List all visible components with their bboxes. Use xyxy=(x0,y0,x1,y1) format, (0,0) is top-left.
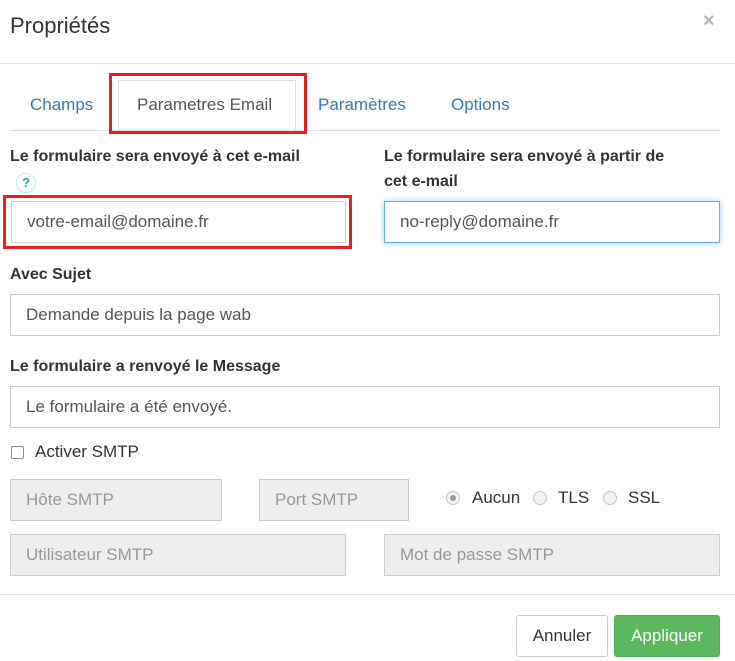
smtp-checkbox[interactable] xyxy=(11,446,24,459)
to-email-label: Le formulaire sera envoyé à cet e-mail xyxy=(10,148,300,165)
radio-tls[interactable] xyxy=(533,491,547,505)
smtp-password-input[interactable]: Mot de passe SMTP xyxy=(384,534,720,576)
radio-aucun-label[interactable]: Aucun xyxy=(472,488,520,508)
tab-highlight-box xyxy=(109,73,307,134)
footer-divider xyxy=(0,594,735,595)
cancel-button[interactable]: Annuler xyxy=(516,615,608,657)
radio-ssl-label[interactable]: SSL xyxy=(628,488,660,508)
from-email-input[interactable]: no-reply@domaine.fr xyxy=(384,201,720,243)
message-label: Le formulaire a renvoyé le Message xyxy=(10,358,281,375)
smtp-user-input[interactable]: Utilisateur SMTP xyxy=(10,534,346,576)
from-email-label-line1: Le formulaire sera envoyé à partir de xyxy=(384,148,665,165)
close-icon[interactable]: × xyxy=(703,10,715,33)
from-email-label-line2: cet e-mail xyxy=(384,173,458,190)
input-highlight-box xyxy=(3,195,352,249)
smtp-host-input[interactable]: Hôte SMTP xyxy=(10,479,222,521)
tab-parametres[interactable]: Paramètres xyxy=(318,95,406,115)
help-icon[interactable]: ? xyxy=(16,173,36,193)
radio-aucun[interactable] xyxy=(446,491,460,505)
tab-options[interactable]: Options xyxy=(451,95,510,115)
modal-title: Propriétés xyxy=(10,13,111,38)
message-input[interactable]: Le formulaire a été envoyé. xyxy=(10,386,720,428)
tab-champs[interactable]: Champs xyxy=(30,95,93,115)
header-divider xyxy=(0,63,735,64)
radio-tls-label[interactable]: TLS xyxy=(558,488,589,508)
smtp-checkbox-label[interactable]: Activer SMTP xyxy=(35,442,139,462)
apply-button[interactable]: Appliquer xyxy=(614,615,720,657)
smtp-port-input[interactable]: Port SMTP xyxy=(259,479,409,521)
subject-label: Avec Sujet xyxy=(10,266,92,283)
radio-ssl[interactable] xyxy=(603,491,617,505)
subject-input[interactable]: Demande depuis la page wab xyxy=(10,294,720,336)
